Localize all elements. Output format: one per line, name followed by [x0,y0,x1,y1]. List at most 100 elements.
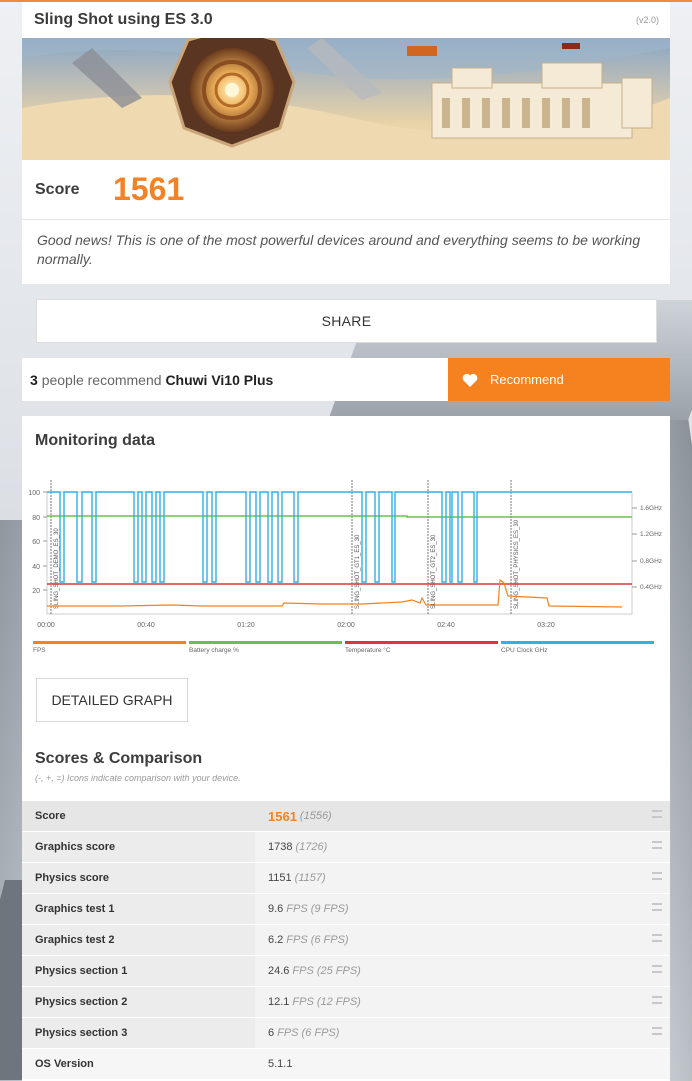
monitoring-title: Monitoring data [35,432,155,449]
y2-tick-label: 1.2GHz [640,531,662,538]
comparison-average: (6 FPS) [301,1027,340,1039]
benchmark-hero-image [22,38,670,160]
comparison-row: Physics section 1 24.6 FPS (25 FPS) [22,956,670,987]
recommend-button-label: Recommend [490,372,564,387]
recommend-phrase: people recommend [41,371,162,388]
comparison-row: Physics score 1151 (1157) [22,863,670,894]
legend-label: FPS [33,647,46,654]
y-tick-label: 40 [32,564,40,571]
comparison-row: Score 1561 (1556) [22,801,670,832]
equal-icon [652,965,662,973]
legend-swatch [501,641,654,644]
comparison-table: Score 1561 (1556) Graphics score 1738 (1726) P… [22,801,670,1080]
recommend-button[interactable]: Recommend [448,358,670,401]
comparison-average: (9 FPS) [310,903,349,915]
comparison-row-label: OS Version [22,1049,255,1079]
comparison-row-label: Physics section 1 [22,956,255,986]
legend-swatch [345,641,498,644]
legend-label: CPU Clock GHz [501,647,548,654]
comparison-row-label: Graphics score [22,832,255,862]
monitoring-chart: 100 80 60 40 20 1.6GHz 1.2GHz 0.8GHz 0.4GHz 00:00… [22,478,670,678]
x-tick-label: 00:00 [37,622,55,629]
x-tick-label: 02:40 [437,622,455,629]
comparison-value: 5.1.1 [268,1058,293,1070]
share-button[interactable]: SHARE [36,299,657,343]
comparison-row-value-cell: 6 FPS (6 FPS) [255,1018,670,1048]
device-name: Chuwi Vi10 Plus [165,371,274,388]
legend-label: Temperature °C [345,646,391,654]
comparison-row-value-cell: 12.1 FPS (12 FPS) [255,987,670,1017]
x-tick-label: 03:20 [537,622,555,629]
comparison-row-label: Graphics test 2 [22,925,255,955]
comparison-value: 24.6 [268,965,290,977]
comparison-row-value-cell: 6.2 FPS (6 FPS) [255,925,670,955]
comparison-average: (1157) [294,872,326,884]
comparison-row: Graphics test 2 6.2 FPS (6 FPS) [22,925,670,956]
comparison-average: (12 FPS) [316,996,361,1008]
comparison-value: 1151 [268,872,292,884]
comparison-row-value-cell: 1151 (1157) [255,863,670,893]
y-tick-label: 80 [32,515,40,522]
comparison-row-label: Physics section 3 [22,1018,255,1048]
result-header-card: Sling Shot using ES 3.0 (v2.0) Score 156… [22,2,670,284]
comparison-row-value-cell: 1561 (1556) [255,801,670,831]
comparison-row: Physics section 3 6 FPS (6 FPS) [22,1018,670,1049]
comparison-row: Physics section 2 12.1 FPS (12 FPS) [22,987,670,1018]
equal-icon [652,903,662,911]
result-message: Good news! This is one of the most power… [37,232,641,267]
comparison-unit: FPS [292,996,314,1008]
comparison-unit: FPS [286,903,308,915]
comparison-row-value-cell: 9.6 FPS (9 FPS) [255,894,670,924]
x-tick-label: 02:00 [337,622,355,629]
comparison-average: (1556) [299,810,332,822]
y-tick-label: 20 [32,588,40,595]
equal-icon [652,872,662,880]
section-marker-label: SLING_SHOT_GT2_ES_30 [431,534,437,609]
comparison-value: 6 [268,1027,275,1039]
comparison-average: (25 FPS) [316,965,361,977]
legend-label: Battery charge % [189,647,239,654]
comparison-row: OS Version 5.1.1 [22,1049,670,1080]
y2-tick-label: 0.8GHz [640,558,662,565]
heart-icon [462,373,478,387]
comparison-row-label: Physics section 2 [22,987,255,1017]
top-accent-line [0,0,692,2]
legend-swatch [189,641,342,644]
comparison-average: (6 FPS) [310,934,349,946]
comparison-average: (1726) [295,841,328,853]
recommend-bar: 3 people recommend Chuwi Vi10 Plus Recom… [22,358,670,401]
equal-icon [652,1027,662,1035]
equal-icon [652,996,662,1004]
monitoring-card: Monitoring data 100 80 60 40 20 1.6GHz 1.2GHz 0… [22,416,670,1081]
score-label: Score [35,180,80,198]
benchmark-title: Sling Shot using ES 3.0 [34,11,213,28]
y-tick-label: 60 [32,539,40,546]
comparison-row-value-cell: 24.6 FPS (25 FPS) [255,956,670,986]
comparison-value: 6.2 [268,934,284,946]
equal-icon [652,934,662,942]
legend-swatch [33,641,186,644]
chart-plot-area [46,491,633,615]
comparison-unit: FPS [292,965,314,977]
detailed-graph-button[interactable]: DETAILED GRAPH [36,678,188,722]
recommend-text: 3 people recommend Chuwi Vi10 Plus [22,372,447,388]
comparison-row: Graphics test 1 9.6 FPS (9 FPS) [22,894,670,925]
comparison-value: 1561 [268,808,297,824]
comparison-row: Graphics score 1738 (1726) [22,832,670,863]
y2-tick-label: 1.6GHz [640,505,662,512]
x-tick-label: 01:20 [237,622,255,629]
section-marker-label: SLING_SHOT_DEMO_ES_30 [54,528,60,609]
comparison-row-label: Physics score [22,863,255,893]
y-tick-label: 100 [28,490,40,497]
comparison-unit: FPS [277,1027,299,1039]
equal-icon [652,841,662,849]
section-marker-label: SLING_SHOT_PHYSICS_ES_30 [514,519,520,609]
comparison-value: 12.1 [268,996,290,1008]
section-marker-label: SLING_SHOT_GT1_ES_30 [355,534,361,609]
score-row: Score 1561 [22,160,670,220]
comparison-row-value-cell: 5.1.1 [255,1049,670,1079]
scores-comparison-subtitle: (-, +, =) Icons indicate comparison with… [35,773,241,783]
comparison-unit: FPS [286,934,308,946]
benchmark-version: (v2.0) [635,15,659,25]
comparison-value: 9.6 [268,903,284,915]
